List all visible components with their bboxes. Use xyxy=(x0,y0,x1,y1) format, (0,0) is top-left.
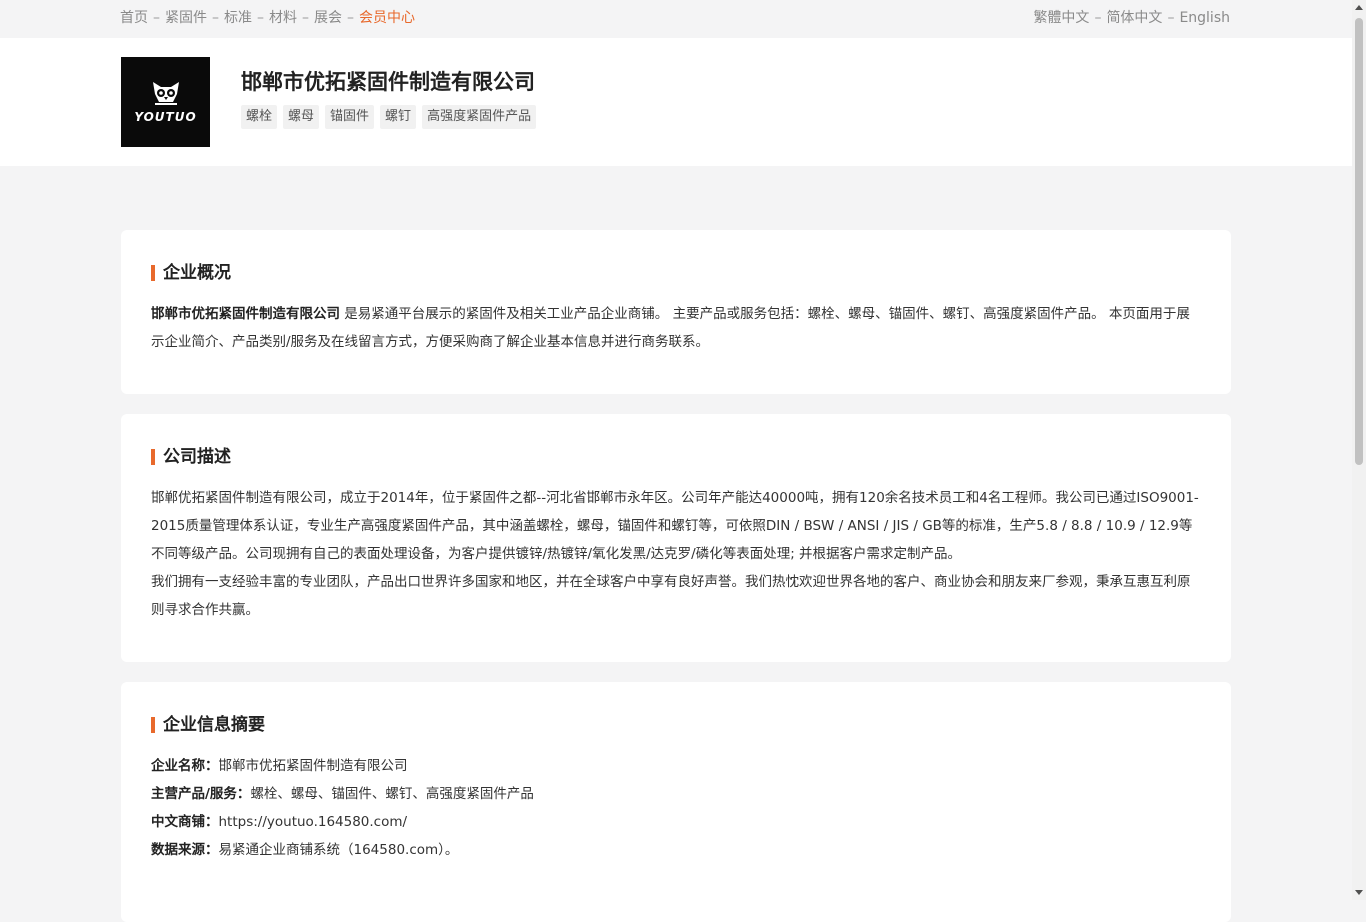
top-nav: 首页 – 紧固件 – 标准 – 材料 – 展会 – 会员中心 xyxy=(120,9,415,27)
summary-title: 企业信息摘要 xyxy=(151,714,1201,736)
summary-value: 易紧通企业商铺系统（164580.com）。 xyxy=(218,842,459,858)
nav-fasteners[interactable]: 紧固件 xyxy=(165,9,207,27)
summary-key: 企业名称： xyxy=(151,758,219,774)
nav-exhibitions[interactable]: 展会 xyxy=(314,9,342,27)
overview-title: 企业概况 xyxy=(151,262,1201,284)
nav-member-center[interactable]: 会员中心 xyxy=(359,9,415,27)
description-paragraph: 邯郸优拓紧固件制造有限公司，成立于2014年，位于紧固件之都--河北省邯郸市永年… xyxy=(151,490,1199,562)
summary-row: 企业名称：邯郸市优拓紧固件制造有限公司 xyxy=(151,752,1201,780)
product-tags: 螺栓 螺母 锚固件 螺钉 高强度紧固件产品 xyxy=(241,105,537,129)
nav-separator: – xyxy=(153,10,160,26)
nav-separator: – xyxy=(347,10,354,26)
lang-separator: – xyxy=(1094,10,1102,26)
nav-home[interactable]: 首页 xyxy=(120,9,148,27)
description-body: 邯郸优拓紧固件制造有限公司，成立于2014年，位于紧固件之都--河北省邯郸市永年… xyxy=(151,484,1201,624)
summary-list: 企业名称：邯郸市优拓紧固件制造有限公司 主营产品/服务：螺栓、螺母、锚固件、螺钉… xyxy=(151,752,1201,864)
description-card: 公司描述 邯郸优拓紧固件制造有限公司，成立于2014年，位于紧固件之都--河北省… xyxy=(121,414,1231,662)
description-title: 公司描述 xyxy=(151,446,1201,468)
lang-simplified-chinese[interactable]: 简体中文 xyxy=(1106,9,1162,27)
summary-value: 螺栓、螺母、锚固件、螺钉、高强度紧固件产品 xyxy=(250,786,534,802)
summary-value: 邯郸市优拓紧固件制造有限公司 xyxy=(218,758,408,774)
summary-row: 中文商铺：https://youtuo.164580.com/ xyxy=(151,808,1201,836)
summary-card: 企业信息摘要 企业名称：邯郸市优拓紧固件制造有限公司 主营产品/服务：螺栓、螺母… xyxy=(121,682,1231,922)
summary-row: 主营产品/服务：螺栓、螺母、锚固件、螺钉、高强度紧固件产品 xyxy=(151,780,1201,808)
lang-english[interactable]: English xyxy=(1179,9,1230,27)
product-tag[interactable]: 高强度紧固件产品 xyxy=(422,105,537,129)
overview-text: 邯郸市优拓紧固件制造有限公司 是易紧通平台展示的紧固件及相关工业产品企业商铺。 … xyxy=(151,300,1201,356)
owl-logo-icon xyxy=(152,82,179,105)
nav-standards[interactable]: 标准 xyxy=(224,9,252,27)
summary-row: 数据来源：易紧通企业商铺系统（164580.com）。 xyxy=(151,836,1201,864)
product-tag[interactable]: 螺母 xyxy=(283,105,320,129)
scrollbar-thumb[interactable] xyxy=(1355,18,1363,465)
company-logo: YOUTUO xyxy=(121,57,210,147)
nav-materials[interactable]: 材料 xyxy=(269,9,297,27)
company-header: YOUTUO 邯郸市优拓紧固件制造有限公司 螺栓 螺母 锚固件 螺钉 高强度紧固… xyxy=(0,38,1352,166)
language-nav: 繁體中文 – 简体中文 – English xyxy=(1033,9,1230,27)
nav-separator: – xyxy=(257,10,264,26)
scroll-up-icon[interactable] xyxy=(1355,5,1363,10)
nav-separator: – xyxy=(302,10,309,26)
product-tag[interactable]: 螺钉 xyxy=(380,105,417,129)
overview-card: 企业概况 邯郸市优拓紧固件制造有限公司 是易紧通平台展示的紧固件及相关工业产品企… xyxy=(121,230,1231,394)
overview-company-name: 邯郸市优拓紧固件制造有限公司 xyxy=(151,306,340,322)
product-tag[interactable]: 锚固件 xyxy=(325,105,375,129)
product-tag[interactable]: 螺栓 xyxy=(241,105,278,129)
top-bar: 首页 – 紧固件 – 标准 – 材料 – 展会 – 会员中心 繁體中文 – 简体… xyxy=(0,0,1352,38)
summary-key: 中文商铺： xyxy=(151,814,219,830)
lang-traditional-chinese[interactable]: 繁體中文 xyxy=(1033,9,1089,27)
logo-wordmark: YOUTUO xyxy=(134,110,197,124)
nav-separator: – xyxy=(212,10,219,26)
page-scrollbar[interactable] xyxy=(1352,0,1366,900)
summary-key: 数据来源： xyxy=(151,842,219,858)
lang-separator: – xyxy=(1167,10,1175,26)
summary-key: 主营产品/服务： xyxy=(151,786,251,802)
summary-shop-link[interactable]: https://youtuo.164580.com/ xyxy=(219,814,408,830)
company-title: 邯郸市优拓紧固件制造有限公司 xyxy=(241,70,535,94)
scroll-down-icon[interactable] xyxy=(1355,890,1363,895)
description-paragraph: 我们拥有一支经验丰富的专业团队，产品出口世界许多国家和地区，并在全球客户中享有良… xyxy=(151,574,1191,618)
